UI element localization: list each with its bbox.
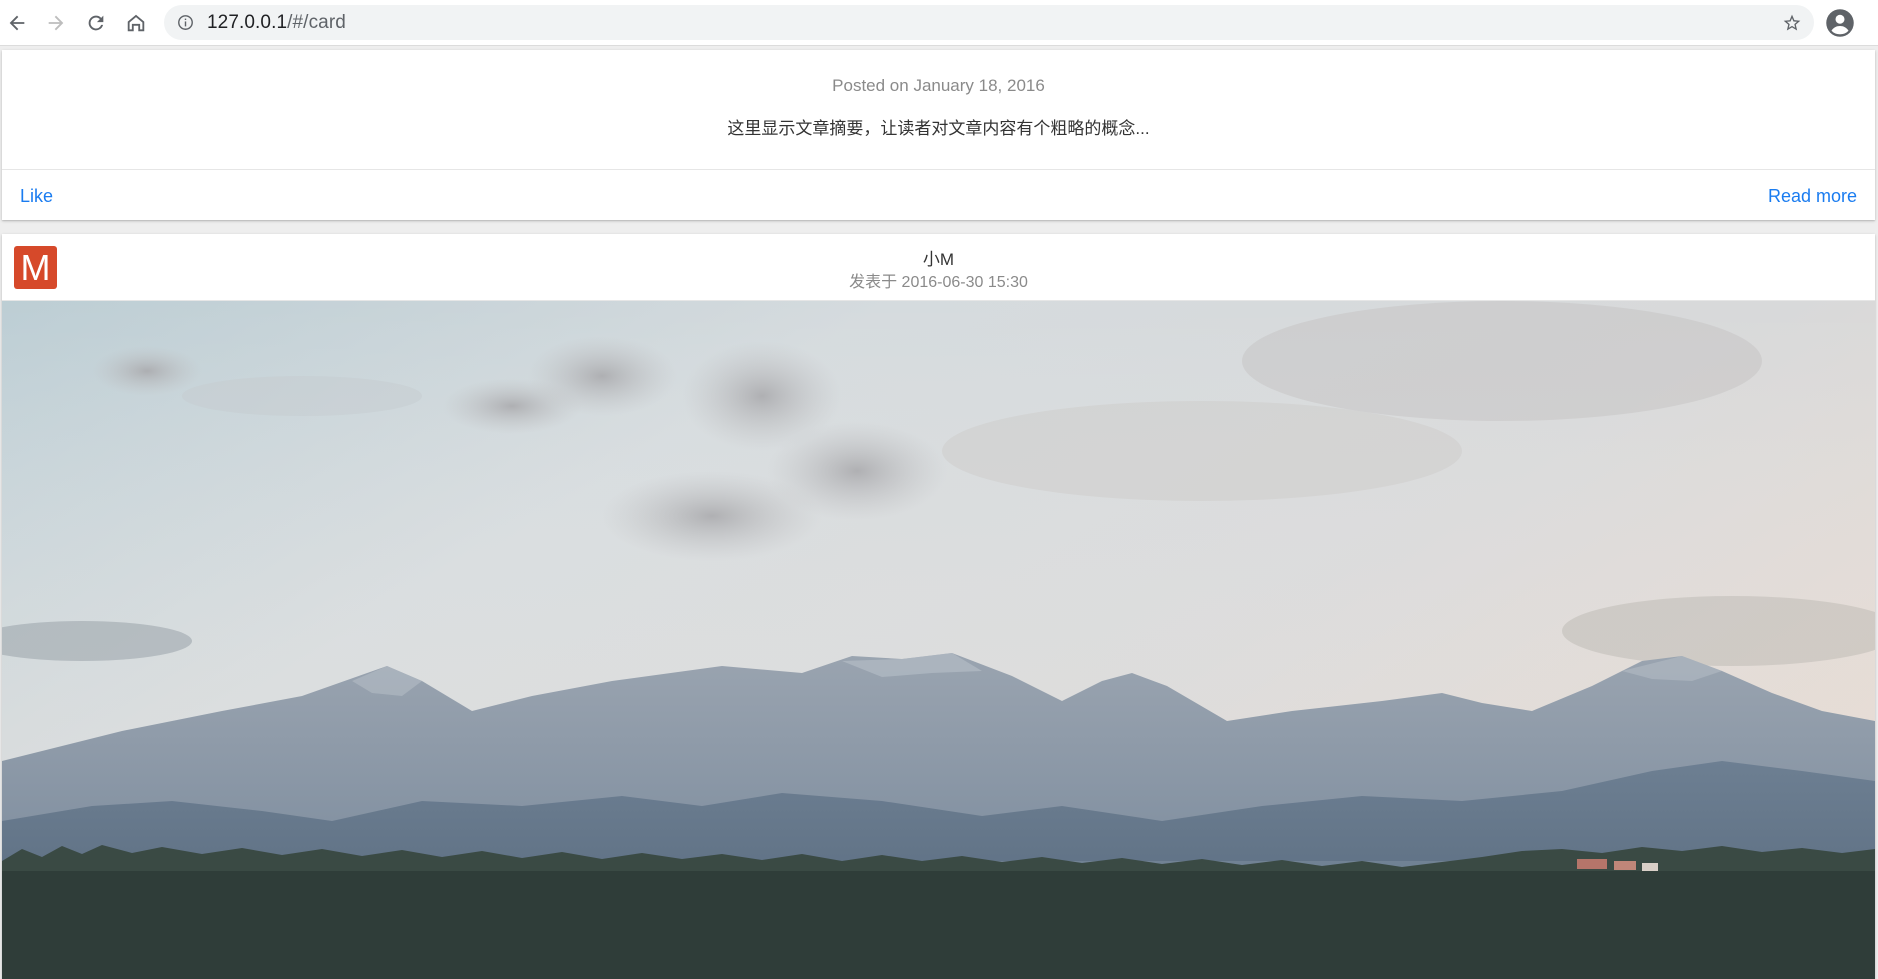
- reload-button[interactable]: [80, 7, 112, 39]
- home-icon: [127, 14, 145, 32]
- read-more-button[interactable]: Read more: [1768, 186, 1857, 207]
- author-name: 小M: [922, 250, 955, 269]
- reload-icon: [88, 15, 104, 31]
- address-bar[interactable]: 127.0.0.1/#/card: [164, 5, 1814, 40]
- url-path: /#/card: [287, 12, 346, 33]
- bookmark-star-icon[interactable]: [1782, 13, 1802, 33]
- browser-toolbar: 127.0.0.1/#/card: [0, 0, 1878, 46]
- post-summary: 这里显示文章摘要，让读者对文章内容有个粗略的概念...: [727, 119, 1150, 138]
- like-button[interactable]: Like: [20, 186, 53, 207]
- post-date: Posted on January 18, 2016: [832, 76, 1045, 95]
- forward-arrow-icon: [48, 15, 64, 31]
- card-divider: [2, 169, 1875, 170]
- page-content: Posted on January 18, 2016 这里显示文章摘要，让读者对…: [0, 46, 1878, 979]
- info-icon[interactable]: [177, 14, 194, 31]
- post-time: 发表于 2016-06-30 15:30: [849, 274, 1028, 291]
- url-text[interactable]: 127.0.0.1/#/card: [207, 5, 346, 40]
- back-arrow-icon: [9, 15, 25, 31]
- post-card: M 小M 发表于 2016-06-30 15:30: [2, 234, 1875, 979]
- mountain-landscape-image: [2, 301, 1875, 979]
- home-button[interactable]: [120, 7, 152, 39]
- post-image[interactable]: [2, 300, 1875, 979]
- url-host: 127.0.0.1: [207, 12, 288, 33]
- back-button[interactable]: [1, 7, 33, 39]
- post-card: Posted on January 18, 2016 这里显示文章摘要，让读者对…: [2, 50, 1875, 220]
- account-icon[interactable]: [1825, 8, 1855, 38]
- forward-button[interactable]: [40, 7, 72, 39]
- card-header: M 小M 发表于 2016-06-30 15:30: [2, 234, 1875, 300]
